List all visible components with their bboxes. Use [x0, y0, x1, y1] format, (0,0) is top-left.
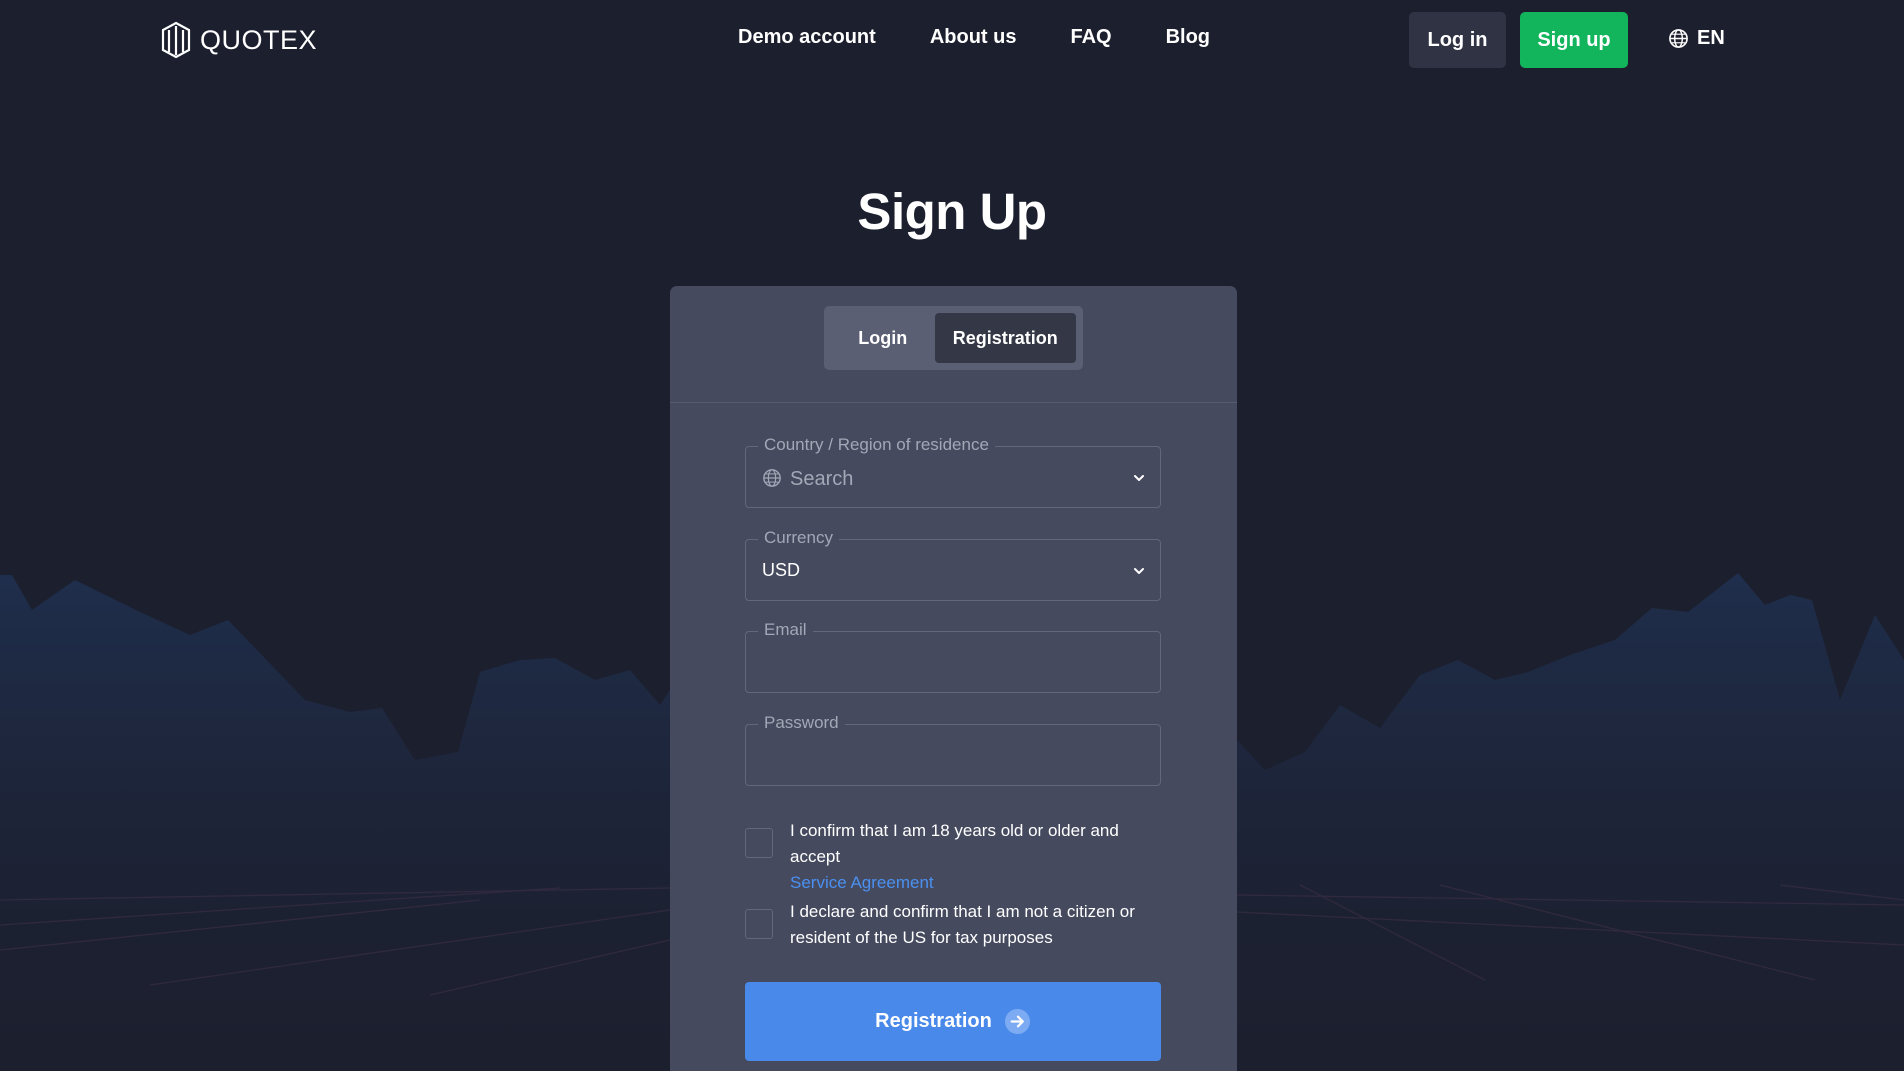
card-tab-area: Login Registration — [670, 286, 1237, 403]
age-confirmation-row: I confirm that I am 18 years old or olde… — [745, 818, 1161, 896]
chevron-down-icon[interactable] — [1132, 564, 1146, 578]
language-code: EN — [1697, 27, 1725, 49]
currency-value: USD — [762, 560, 801, 580]
top-header: QUOTEX Demo account About us FAQ Blog Lo… — [0, 0, 1904, 80]
password-field[interactable]: Password — [745, 713, 1161, 786]
logo-text: QUOTEX — [200, 24, 318, 55]
password-input[interactable] — [762, 743, 1122, 771]
globe-icon — [763, 469, 781, 487]
chevron-down-icon[interactable] — [1132, 471, 1146, 485]
quotex-logo-icon — [161, 21, 191, 59]
quotex-logo[interactable]: QUOTEX — [160, 21, 317, 59]
background-area-left — [0, 575, 670, 1071]
country-search-input[interactable] — [790, 465, 1150, 493]
page: QUOTEX Demo account About us FAQ Blog Lo… — [0, 0, 1904, 1071]
country-field[interactable]: Country / Region of residence — [745, 435, 1161, 508]
email-label: Email — [758, 620, 813, 640]
registration-submit-button[interactable]: Registration — [745, 982, 1161, 1061]
nav-link-blog[interactable]: Blog — [1166, 26, 1210, 49]
age-confirmation-checkbox[interactable] — [745, 828, 773, 858]
header-login-button[interactable]: Log in — [1409, 12, 1506, 68]
us-tax-confirmation-checkbox[interactable] — [745, 909, 773, 939]
age-confirmation-label: I confirm that I am 18 years old or olde… — [790, 821, 1119, 866]
service-agreement-link[interactable]: Service Agreement — [790, 873, 934, 892]
us-tax-confirmation-text: I declare and confirm that I am not a ci… — [790, 902, 1135, 947]
nav-link-faq[interactable]: FAQ — [1070, 26, 1111, 49]
us-tax-confirmation-row: I declare and confirm that I am not a ci… — [745, 899, 1161, 951]
main-nav: Demo account About us FAQ Blog — [738, 26, 1210, 49]
password-label: Password — [758, 713, 845, 733]
arrow-right-icon — [1004, 1008, 1030, 1035]
auth-tabs: Login Registration — [824, 306, 1083, 370]
currency-select[interactable]: Currency USD — [745, 528, 1161, 601]
country-label: Country / Region of residence — [758, 435, 995, 455]
age-confirmation-text: I confirm that I am 18 years old or olde… — [790, 818, 1161, 896]
background-area-right — [1237, 573, 1904, 1071]
nav-link-demo-account[interactable]: Demo account — [738, 26, 876, 49]
signup-card: Login Registration Country / Region of r… — [670, 286, 1237, 1071]
nav-link-about-us[interactable]: About us — [930, 26, 1017, 49]
language-selector[interactable]: EN — [1668, 27, 1725, 50]
tab-registration[interactable]: Registration — [934, 313, 1076, 363]
currency-label: Currency — [758, 528, 839, 548]
page-title: Sign Up — [857, 183, 1047, 240]
registration-submit-label: Registration — [875, 1010, 992, 1032]
tab-login[interactable]: Login — [831, 313, 935, 363]
email-input[interactable] — [762, 650, 1122, 678]
header-signup-button[interactable]: Sign up — [1520, 12, 1628, 68]
globe-icon — [1669, 29, 1688, 48]
email-field[interactable]: Email — [745, 620, 1161, 693]
